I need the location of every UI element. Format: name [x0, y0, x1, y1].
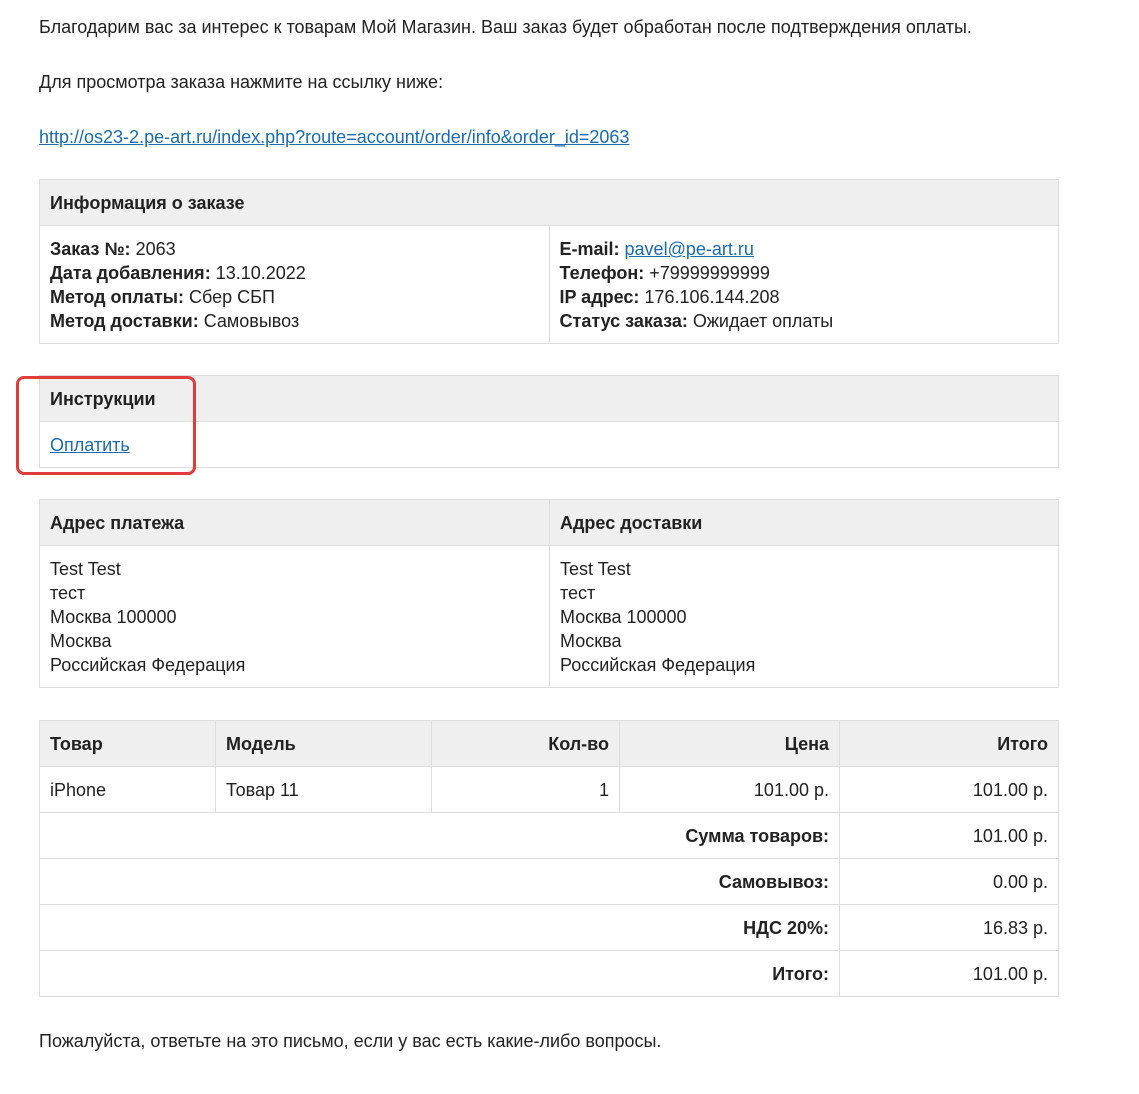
- order-info-left: Заказ №: 2063 Дата добавления: 13.10.202…: [39, 225, 550, 344]
- products-header-row: Товар Модель Кол-во Цена Итого: [39, 720, 1059, 767]
- ip-value: 176.106.144.208: [644, 287, 780, 307]
- shipping-address-country: Российская Федерация: [560, 655, 756, 675]
- phone-label: Телефон:: [559, 263, 645, 283]
- ip-label: IP адрес:: [559, 287, 640, 307]
- footer-question: Пожалуйста, ответьте на это письмо, если…: [39, 1031, 662, 1051]
- grand-total-row: Итого: 101.00 р.: [39, 950, 1059, 997]
- order-number-row: Заказ №: 2063: [50, 237, 539, 261]
- status-label: Статус заказа:: [559, 311, 688, 331]
- row-product: iPhone: [39, 766, 216, 813]
- row-model: Товар 11: [215, 766, 432, 813]
- order-info-table: Информация о заказе Заказ №: 2063 Дата д…: [39, 179, 1059, 344]
- address-table: Адрес платежа Адрес доставки Test Test т…: [39, 499, 1059, 688]
- status-value: Ожидает оплаты: [692, 311, 834, 331]
- status-row: Статус заказа: Ожидает оплаты: [560, 309, 1049, 333]
- row-qty: 1: [431, 766, 620, 813]
- ip-row: IP адрес: 176.106.144.208: [560, 285, 1049, 309]
- products-table: Товар Модель Кол-во Цена Итого iPhone То…: [39, 720, 1059, 997]
- order-date-value: 13.10.2022: [215, 263, 306, 283]
- shipping-label: Самовывоз:: [39, 858, 840, 905]
- payment-method-row: Метод оплаты: Сбер СБП: [50, 285, 539, 309]
- row-total: 101.00 р.: [839, 766, 1059, 813]
- shipping-address-region: Москва: [560, 631, 622, 651]
- vat-row: НДС 20%: 16.83 р.: [39, 904, 1059, 951]
- shipping-value: 0.00 р.: [839, 858, 1059, 905]
- subtotal-row: Сумма товаров: 101.00 р.: [39, 812, 1059, 859]
- shipping-address-name: Test Test: [560, 559, 631, 579]
- shipping-method-row: Метод доставки: Самовывоз: [50, 309, 539, 333]
- col-product: Товар: [39, 720, 216, 767]
- subtotal-value: 101.00 р.: [839, 812, 1059, 859]
- view-order-prompt: Для просмотра заказа нажмите на ссылку н…: [39, 72, 444, 92]
- grand-total-value: 101.00 р.: [839, 950, 1059, 997]
- shipping-method-label: Метод доставки:: [50, 311, 199, 331]
- shipping-address-header: Адрес доставки: [549, 499, 1059, 546]
- order-link[interactable]: http://os23-2.pe-art.ru/index.php?route=…: [39, 127, 629, 147]
- order-info-right: E-mail: pavel@pe-art.ru Телефон: +799999…: [548, 225, 1059, 344]
- subtotal-label: Сумма товаров:: [39, 812, 840, 859]
- pay-link[interactable]: Оплатить: [50, 435, 130, 455]
- thanks-text: Благодарим вас за интерес к товарам Мой …: [39, 17, 972, 37]
- payment-address-city-zip: Москва 100000: [50, 607, 177, 627]
- table-row: iPhone Товар 11 1 101.00 р. 101.00 р.: [39, 766, 1059, 813]
- phone-value: +79999999999: [649, 263, 770, 283]
- shipping-method-value: Самовывоз: [203, 311, 300, 331]
- order-info-header: Информация о заказе: [39, 179, 1059, 226]
- shipping-address-city-zip: Москва 100000: [560, 607, 687, 627]
- payment-address-line: тест: [50, 583, 86, 603]
- instructions-header: Инструкции: [39, 375, 1059, 422]
- payment-method-value: Сбер СБП: [189, 287, 275, 307]
- phone-row: Телефон: +79999999999: [560, 261, 1049, 285]
- grand-total-label: Итого:: [39, 950, 840, 997]
- order-number-label: Заказ №:: [50, 239, 131, 259]
- email-label: E-mail:: [559, 239, 620, 259]
- order-date-label: Дата добавления:: [50, 263, 211, 283]
- vat-value: 16.83 р.: [839, 904, 1059, 951]
- payment-address-name: Test Test: [50, 559, 121, 579]
- payment-method-label: Метод оплаты:: [50, 287, 185, 307]
- instructions-table: Инструкции Оплатить: [39, 375, 1059, 468]
- payment-address-country: Российская Федерация: [50, 655, 246, 675]
- col-qty: Кол-во: [431, 720, 620, 767]
- order-number-value: 2063: [135, 239, 176, 259]
- payment-address-header: Адрес платежа: [39, 499, 550, 546]
- row-price: 101.00 р.: [619, 766, 840, 813]
- shipping-address-line: тест: [560, 583, 596, 603]
- col-price: Цена: [619, 720, 840, 767]
- shipping-address: Test Test тест Москва 100000 Москва Росс…: [549, 545, 1059, 688]
- payment-address-region: Москва: [50, 631, 112, 651]
- email-link[interactable]: pavel@pe-art.ru: [625, 239, 754, 259]
- vat-label: НДС 20%:: [39, 904, 840, 951]
- order-date-row: Дата добавления: 13.10.2022: [50, 261, 539, 285]
- email-row: E-mail: pavel@pe-art.ru: [560, 237, 1049, 261]
- col-model: Модель: [215, 720, 432, 767]
- col-total: Итого: [839, 720, 1059, 767]
- instructions-cell: Оплатить: [39, 421, 1059, 468]
- shipping-row: Самовывоз: 0.00 р.: [39, 858, 1059, 905]
- payment-address: Test Test тест Москва 100000 Москва Росс…: [39, 545, 550, 688]
